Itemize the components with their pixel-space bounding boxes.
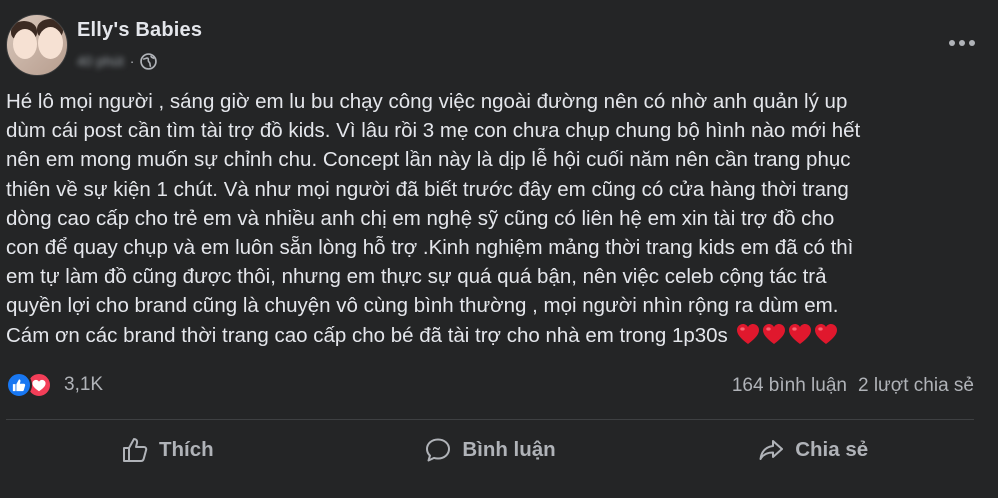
share-arrow-icon <box>759 440 784 460</box>
globe-icon[interactable] <box>140 52 158 70</box>
divider <box>6 419 974 420</box>
heart-emoji-icon <box>814 323 837 344</box>
heart-emoji-group <box>736 323 838 345</box>
post-text-line: nên em mong muốn sự chỉnh chu. Concept l… <box>6 148 851 172</box>
dot-icon <box>969 40 975 46</box>
heart-emoji-icon <box>788 323 811 344</box>
post-text-line: dùm cái post cần tìm tài trợ đồ kids. Vì… <box>6 119 861 143</box>
heart-emoji-icon <box>736 323 759 344</box>
post-text-line: Hé lô mọi người , sáng giờ em lu bu chạy… <box>6 90 848 113</box>
page-name[interactable]: Elly's Babies <box>77 19 202 42</box>
post-meta: 40 phút · <box>77 51 158 71</box>
post-card: Elly's Babies 40 phút · Hé lô mọi người … <box>0 0 998 498</box>
comment-bubble-icon <box>426 438 451 462</box>
post-text-line-last: Cám ơn các brand thời trang cao cấp cho … <box>6 321 981 350</box>
heart-emoji-icon <box>762 323 785 344</box>
dot-icon <box>949 40 955 46</box>
like-icon <box>6 372 32 398</box>
share-count[interactable]: 2 lượt chia sẻ <box>858 375 974 397</box>
page-avatar[interactable] <box>6 14 68 76</box>
post-text: Hé lô mọi người , sáng giờ em lu bu chạy… <box>6 87 981 350</box>
comment-label: Bình luận <box>462 438 556 461</box>
post-text-line-text: Cám ơn các brand thời trang cao cấp cho … <box>6 323 728 347</box>
post-header: Elly's Babies 40 phút · <box>6 14 992 78</box>
thumbs-up-icon <box>123 438 148 462</box>
post-timestamp[interactable]: 40 phút <box>77 53 124 69</box>
share-label: Chia sẻ <box>795 438 869 461</box>
dot-icon <box>959 40 965 46</box>
post-stats: 3,1K 164 bình luận 2 lượt chia sẻ <box>6 372 974 402</box>
meta-separator: · <box>129 53 135 69</box>
reaction-count[interactable]: 3,1K <box>64 374 103 396</box>
engagement-counts: 164 bình luận 2 lượt chia sẻ <box>732 375 974 397</box>
post-text-line: quyền lợi cho brand cũng là chuyện vô cù… <box>6 294 839 318</box>
reactions-summary[interactable]: 3,1K <box>6 372 103 398</box>
post-text-line: dòng cao cấp cho trẻ em và nhiều anh chị… <box>6 206 835 230</box>
comment-count[interactable]: 164 bình luận <box>732 375 847 397</box>
share-button[interactable]: Chia sẻ <box>651 426 974 474</box>
post-actions: Thích Bình luận Chia sẻ <box>6 426 974 474</box>
like-button[interactable]: Thích <box>6 426 329 474</box>
post-text-line: em tự làm đồ cũng được thôi, nhưng em th… <box>6 265 827 289</box>
comment-button[interactable]: Bình luận <box>329 426 652 474</box>
post-text-line: con để quay chụp và em luôn sẵn lòng hỗ … <box>6 236 854 260</box>
more-options-button[interactable] <box>942 30 982 56</box>
post-text-line: thiên về sự kiện 1 chút. Và như mọi ngườ… <box>6 177 849 201</box>
like-label: Thích <box>159 438 214 461</box>
